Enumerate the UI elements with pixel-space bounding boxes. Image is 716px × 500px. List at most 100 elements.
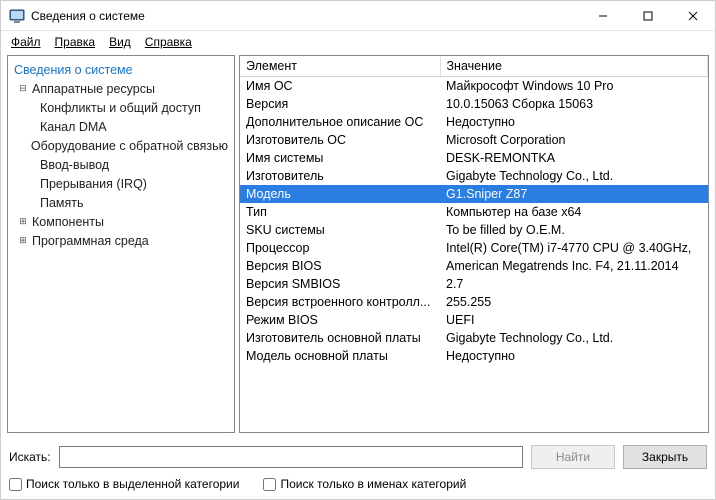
table-row[interactable]: ИзготовительGigabyte Technology Co., Ltd… [240,167,708,185]
tree-item-label: Память [38,195,86,211]
tree-item-label: Программная среда [30,233,151,249]
table-row[interactable]: Изготовитель основной платыGigabyte Tech… [240,329,708,347]
tree-item-conflicts[interactable]: Конфликты и общий доступ [8,98,234,117]
cell-element: SKU системы [240,221,440,239]
cell-element: Изготовитель [240,167,440,185]
cell-value: Недоступно [440,347,708,365]
cell-element: Версия встроенного контролл... [240,293,440,311]
cell-value: American Megatrends Inc. F4, 21.11.2014 [440,257,708,275]
cell-element: Процессор [240,239,440,257]
checkbox-label: Поиск только в выделенной категории [26,477,239,491]
tree-item-hardware[interactable]: ⊟ Аппаратные ресурсы [8,79,234,98]
cell-element: Версия [240,95,440,113]
tree-pane[interactable]: Сведения о системе ⊟ Аппаратные ресурсы … [7,55,235,433]
cell-value: Майкрософт Windows 10 Pro [440,77,708,96]
tree-root[interactable]: Сведения о системе [8,60,234,79]
table-row[interactable]: SKU системыTo be filled by O.E.M. [240,221,708,239]
cell-element: Тип [240,203,440,221]
tree-item-forced-hardware[interactable]: Оборудование с обратной связью [8,136,234,155]
table-row[interactable]: ТипКомпьютер на базе x64 [240,203,708,221]
search-bar: Искать: Найти Закрыть Поиск только в выд… [1,439,715,499]
cell-value: G1.Sniper Z87 [440,185,708,203]
cell-element: Режим BIOS [240,311,440,329]
table-row[interactable]: ПроцессорIntel(R) Core(TM) i7-4770 CPU @… [240,239,708,257]
window-title: Сведения о системе [31,9,145,23]
table-row[interactable]: Версия BIOSAmerican Megatrends Inc. F4, … [240,257,708,275]
cell-value: 2.7 [440,275,708,293]
menu-edit[interactable]: Правка [49,33,102,51]
table-row[interactable]: Версия SMBIOS2.7 [240,275,708,293]
tree-item-io[interactable]: Ввод-вывод [8,155,234,174]
tree-item-label: Оборудование с обратной связью [29,138,230,154]
search-input[interactable] [59,446,523,468]
category-tree: Сведения о системе ⊟ Аппаратные ресурсы … [8,56,234,254]
cell-value: DESK-REMONTKA [440,149,708,167]
menu-view[interactable]: Вид [103,33,137,51]
cell-element: Имя ОС [240,77,440,96]
cell-element: Дополнительное описание ОС [240,113,440,131]
tree-item-label: Ввод-вывод [38,157,111,173]
minimize-button[interactable] [580,1,625,31]
expand-icon[interactable]: ⊞ [16,216,30,227]
cell-element: Модель основной платы [240,347,440,365]
table-row[interactable]: Имя системыDESK-REMONTKA [240,149,708,167]
checkbox-selected-category[interactable]: Поиск только в выделенной категории [9,477,239,491]
close-window-button[interactable]: Закрыть [623,445,707,469]
cell-element: Изготовитель основной платы [240,329,440,347]
title-bar: Сведения о системе [1,1,715,31]
cell-value: 10.0.15063 Сборка 15063 [440,95,708,113]
menu-file[interactable]: Файл [5,33,47,51]
menu-bar: Файл Правка Вид Справка [1,31,715,55]
tree-item-memory[interactable]: Память [8,193,234,212]
checkbox-category-names-only[interactable]: Поиск только в именах категорий [263,477,466,491]
tree-item-software-env[interactable]: ⊞ Программная среда [8,231,234,250]
column-header-element[interactable]: Элемент [240,56,440,77]
cell-value: Gigabyte Technology Co., Ltd. [440,329,708,347]
table-row[interactable]: Дополнительное описание ОСНедоступно [240,113,708,131]
tree-item-label: Прерывания (IRQ) [38,176,149,192]
menu-help[interactable]: Справка [139,33,198,51]
cell-element: Модель [240,185,440,203]
tree-item-label: Компоненты [30,214,106,230]
tree-item-label: Канал DMA [38,119,109,135]
checkbox-selected-category-input[interactable] [9,478,22,491]
tree-item-label: Аппаратные ресурсы [30,81,157,97]
checkbox-label: Поиск только в именах категорий [280,477,466,491]
cell-value: Intel(R) Core(TM) i7-4770 CPU @ 3.40GHz, [440,239,708,257]
close-button[interactable] [670,1,715,31]
table-row[interactable]: Режим BIOSUEFI [240,311,708,329]
cell-value: Недоступно [440,113,708,131]
cell-value: 255.255 [440,293,708,311]
table-row[interactable]: Модель основной платыНедоступно [240,347,708,365]
table-row[interactable]: Версия10.0.15063 Сборка 15063 [240,95,708,113]
expand-icon[interactable]: ⊞ [16,235,30,246]
main-area: Сведения о системе ⊟ Аппаратные ресурсы … [1,55,715,439]
cell-value: UEFI [440,311,708,329]
tree-item-label: Сведения о системе [12,62,135,78]
collapse-icon[interactable]: ⊟ [16,83,30,94]
details-pane[interactable]: Элемент Значение Имя ОСМайкрософт Window… [239,55,709,433]
maximize-button[interactable] [625,1,670,31]
app-icon [9,8,25,24]
table-row[interactable]: Изготовитель ОСMicrosoft Corporation [240,131,708,149]
cell-value: Компьютер на базе x64 [440,203,708,221]
table-row[interactable]: Имя ОСМайкрософт Windows 10 Pro [240,77,708,96]
checkbox-category-names-input[interactable] [263,478,276,491]
cell-value: Microsoft Corporation [440,131,708,149]
find-button[interactable]: Найти [531,445,615,469]
table-row[interactable]: Версия встроенного контролл...255.255 [240,293,708,311]
table-row[interactable]: МодельG1.Sniper Z87 [240,185,708,203]
cell-element: Версия BIOS [240,257,440,275]
column-header-value[interactable]: Значение [440,56,708,77]
search-label: Искать: [9,450,51,464]
cell-value: To be filled by O.E.M. [440,221,708,239]
details-table: Элемент Значение Имя ОСМайкрософт Window… [240,56,708,365]
cell-element: Имя системы [240,149,440,167]
cell-element: Версия SMBIOS [240,275,440,293]
tree-item-components[interactable]: ⊞ Компоненты [8,212,234,231]
cell-value: Gigabyte Technology Co., Ltd. [440,167,708,185]
tree-item-dma[interactable]: Канал DMA [8,117,234,136]
cell-element: Изготовитель ОС [240,131,440,149]
tree-item-irq[interactable]: Прерывания (IRQ) [8,174,234,193]
tree-item-label: Конфликты и общий доступ [38,100,203,116]
